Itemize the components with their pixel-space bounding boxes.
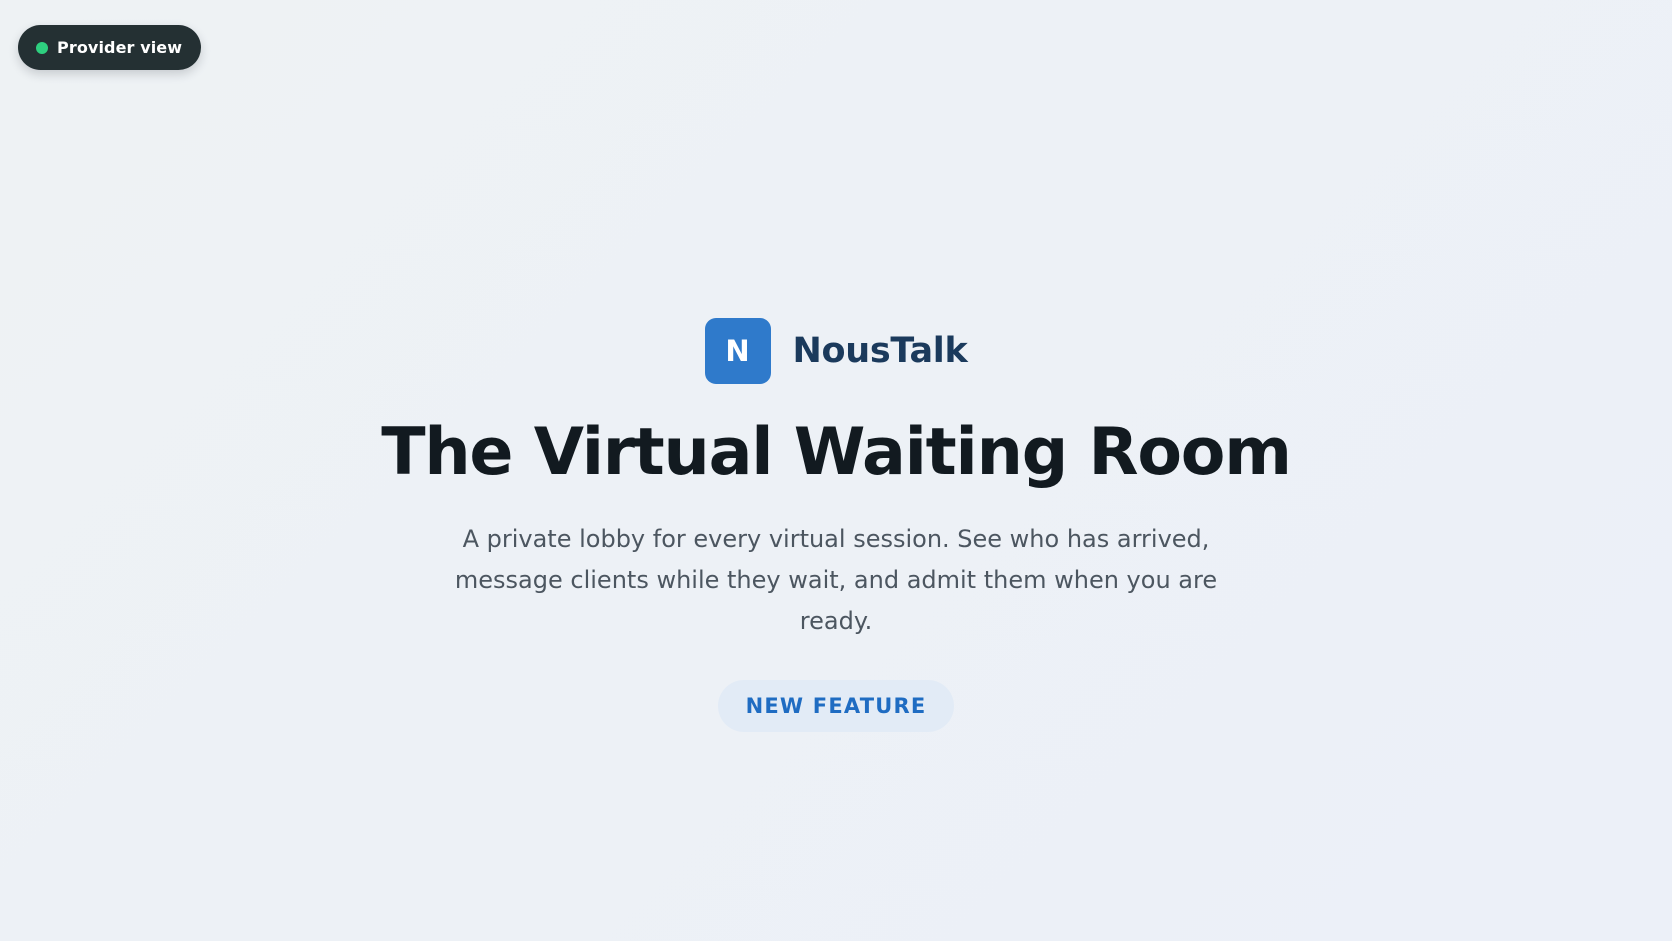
- page-title: The Virtual Waiting Room: [381, 415, 1292, 490]
- brand-name: NousTalk: [792, 331, 968, 371]
- page-subtitle: A private lobby for every virtual sessio…: [454, 525, 1218, 635]
- brand-lockup: N NousTalk: [704, 318, 968, 384]
- brand-logo-icon: N: [704, 318, 771, 384]
- new-feature-badge: NEW FEATURE: [717, 680, 955, 732]
- online-status-dot-icon: [36, 41, 48, 54]
- page-stage: Provider view N NousTalk The Virtual Wai…: [0, 0, 1672, 941]
- hero-section: N NousTalk The Virtual Waiting Room A pr…: [0, 318, 1672, 732]
- provider-view-toggle[interactable]: Provider view: [18, 25, 202, 70]
- provider-view-label: Provider view: [57, 38, 183, 57]
